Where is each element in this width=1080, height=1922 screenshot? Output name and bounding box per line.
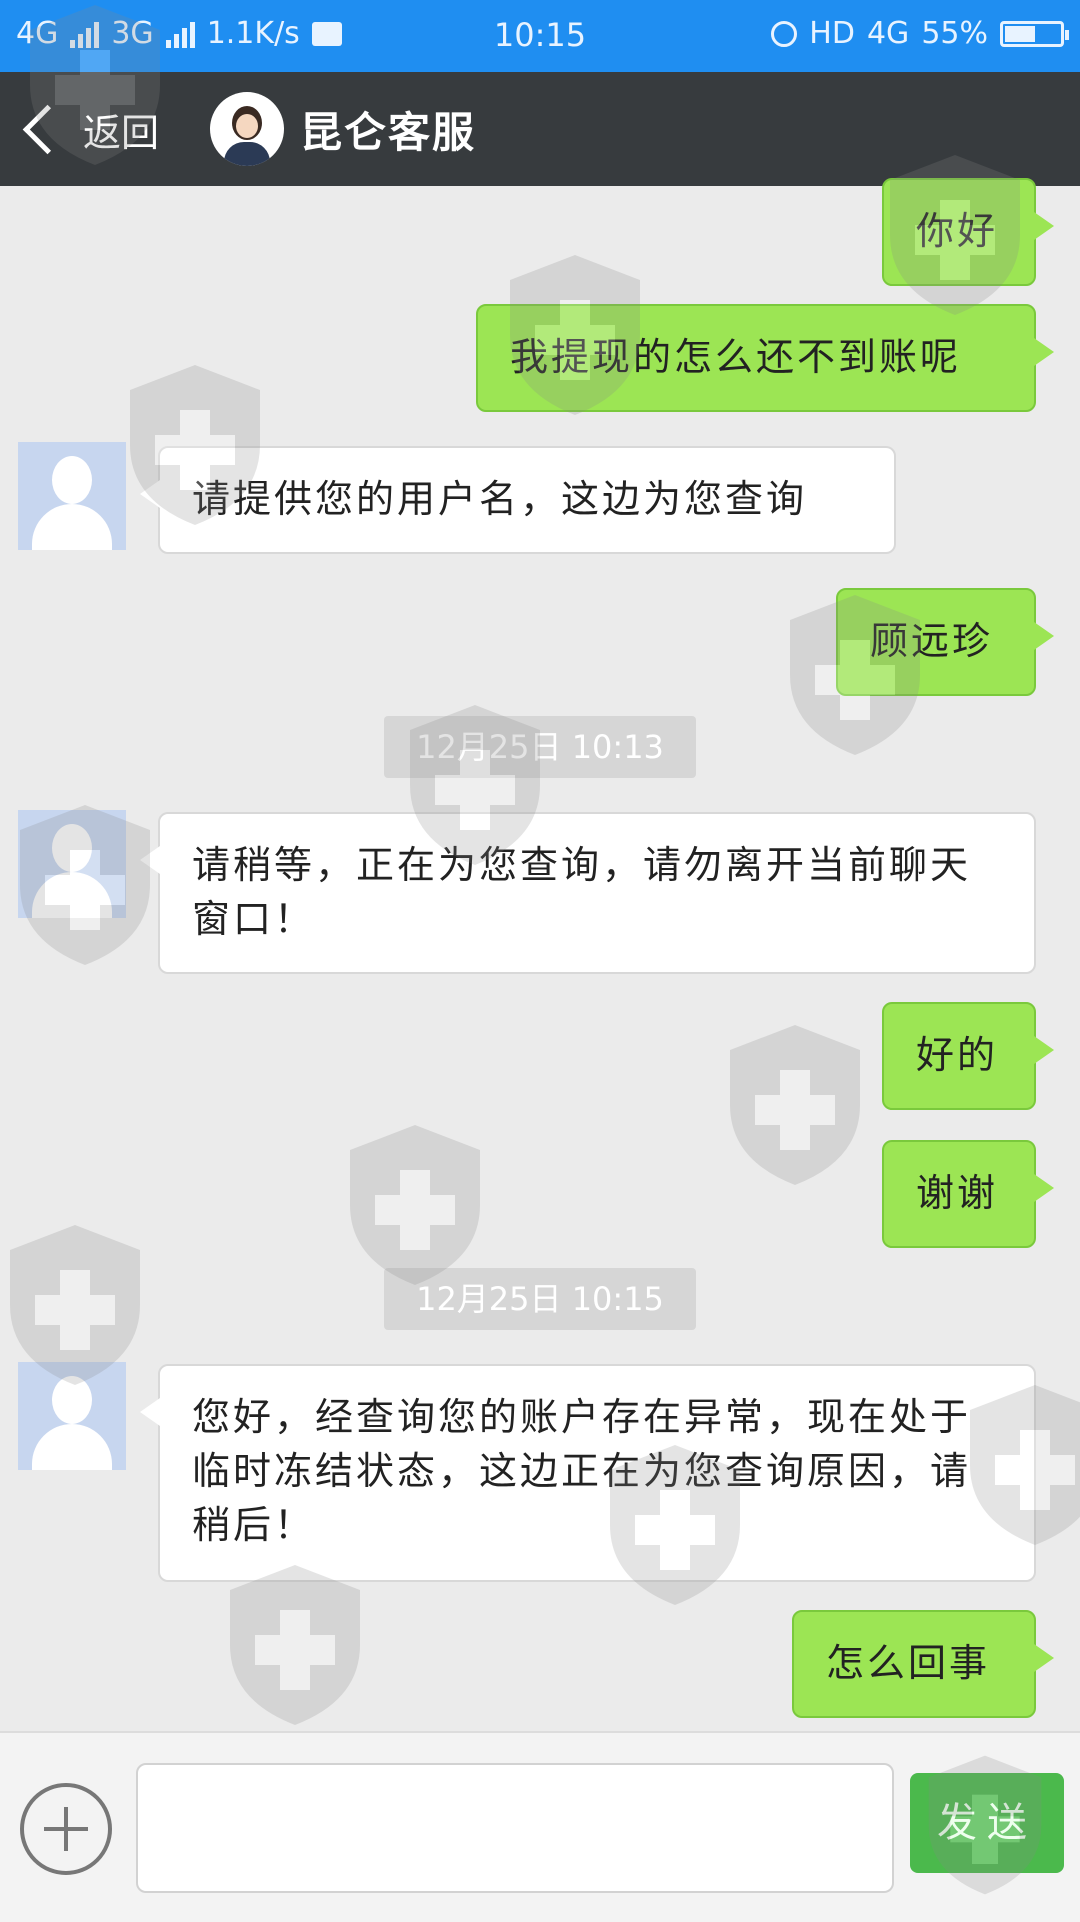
alarm-icon (771, 20, 798, 47)
battery-text: 55% (921, 16, 988, 51)
agent-avatar[interactable] (18, 1362, 126, 1470)
input-bar: 发送 (0, 1731, 1080, 1922)
chat-message-list[interactable]: 你好 我提现的怎么还不到账呢 请提供您的用户名，这边为您查询 顾远珍 12月25… (0, 178, 1080, 1731)
send-button[interactable]: 发送 (910, 1773, 1064, 1873)
contact-name: 昆仑客服 (300, 107, 477, 157)
incoming-message[interactable]: 请稍等，正在为您查询，请勿离开当前聊天窗口！ (140, 812, 1036, 974)
agent-avatar[interactable] (18, 442, 126, 550)
back-button[interactable]: 返回 (18, 92, 159, 166)
contact-info[interactable]: 昆仑客服 (210, 90, 476, 168)
incoming-message[interactable]: 您好，经查询您的账户存在异常，现在处于临时冻结状态，这边正在为您查询原因，请稍后… (140, 1364, 1036, 1582)
battery-icon (1000, 20, 1069, 47)
status-bar: 4G 3G 1.1K/s 10:15 HD 4G 55% (0, 0, 1080, 72)
add-attachment-button[interactable] (20, 1783, 112, 1875)
outgoing-message[interactable]: 顾远珍 (836, 588, 1054, 696)
outgoing-message[interactable]: 你好 (882, 178, 1054, 286)
network-type-3: 4G (866, 16, 910, 51)
timestamp: 12月25日 10:13 (384, 716, 696, 778)
customer-service-avatar (210, 92, 284, 166)
outgoing-message[interactable]: 谢谢 (882, 1140, 1054, 1248)
status-right: HD 4G 55% (771, 16, 1069, 51)
outgoing-message[interactable]: 怎么回事 (792, 1610, 1054, 1718)
chevron-left-icon (22, 104, 73, 154)
outgoing-message[interactable]: 我提现的怎么还不到账呢 (476, 304, 1054, 412)
chat-header: 返回 昆仑客服 (0, 72, 1080, 186)
battery-fill (1005, 25, 1035, 42)
agent-avatar[interactable] (18, 810, 126, 918)
incoming-message[interactable]: 请提供您的用户名，这边为您查询 (140, 446, 896, 554)
back-label: 返回 (83, 110, 160, 155)
hd-indicator: HD (809, 16, 855, 51)
timestamp: 12月25日 10:15 (384, 1268, 696, 1330)
message-input[interactable] (136, 1763, 894, 1893)
outgoing-message[interactable]: 好的 (882, 1002, 1054, 1110)
